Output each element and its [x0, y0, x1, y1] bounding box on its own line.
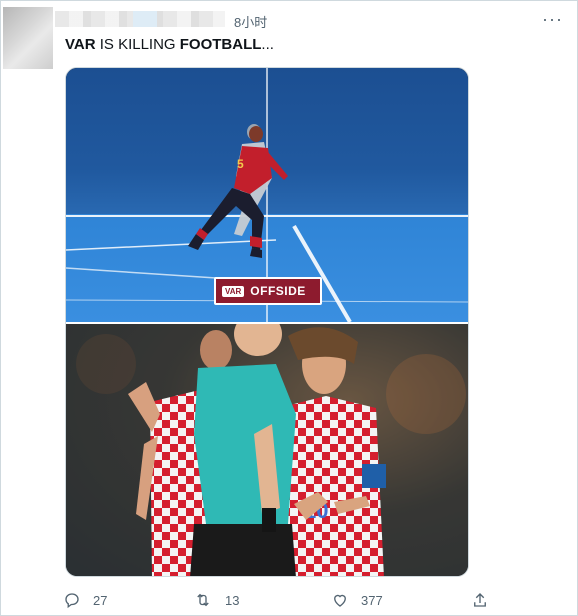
var-chip: VAR	[222, 285, 245, 297]
share-button[interactable]	[471, 591, 489, 609]
offside-badge: VAR OFFSIDE	[214, 277, 322, 305]
shirt-number-top: 5	[237, 157, 244, 171]
tweet-media[interactable]: 5 VAR OFFSIDE	[65, 67, 469, 577]
tweet-text-ellipsis: ...	[261, 36, 274, 53]
like-icon	[334, 594, 346, 607]
tweet-text: VAR IS KILLING FOOTBALL...	[65, 36, 274, 53]
retweet-button[interactable]: 13	[193, 591, 239, 609]
tweet-text-bold-2: FOOTBALL	[179, 36, 262, 53]
reply-count: 27	[93, 592, 108, 608]
tweet-text-bold-1: VAR	[65, 36, 96, 53]
tweet-card[interactable]: 8小时 ··· VAR IS KILLING FOOTBALL... 5 VAR…	[0, 0, 578, 616]
referee-scene: 10	[66, 324, 468, 576]
reply-button[interactable]: 27	[63, 591, 107, 609]
offside-label: OFFSIDE	[250, 284, 306, 298]
blurred-user-name[interactable]	[55, 11, 225, 27]
reply-icon	[65, 593, 79, 609]
timestamp[interactable]: 8小时	[234, 12, 267, 31]
retweet-count: 13	[225, 592, 240, 608]
retweet-icon	[197, 593, 209, 607]
media-image-referee[interactable]: 10	[66, 324, 468, 576]
share-icon	[474, 593, 486, 607]
tweet-text-plain: IS KILLING	[95, 36, 180, 53]
blurred-verified-badge	[133, 11, 157, 27]
avatar[interactable]	[3, 7, 53, 69]
more-icon[interactable]: ···	[542, 9, 563, 30]
action-bar: 27 13 377	[63, 591, 503, 611]
like-button[interactable]: 377	[331, 591, 383, 609]
like-count: 377	[361, 592, 383, 608]
media-image-offside[interactable]: 5 VAR OFFSIDE	[66, 68, 468, 322]
